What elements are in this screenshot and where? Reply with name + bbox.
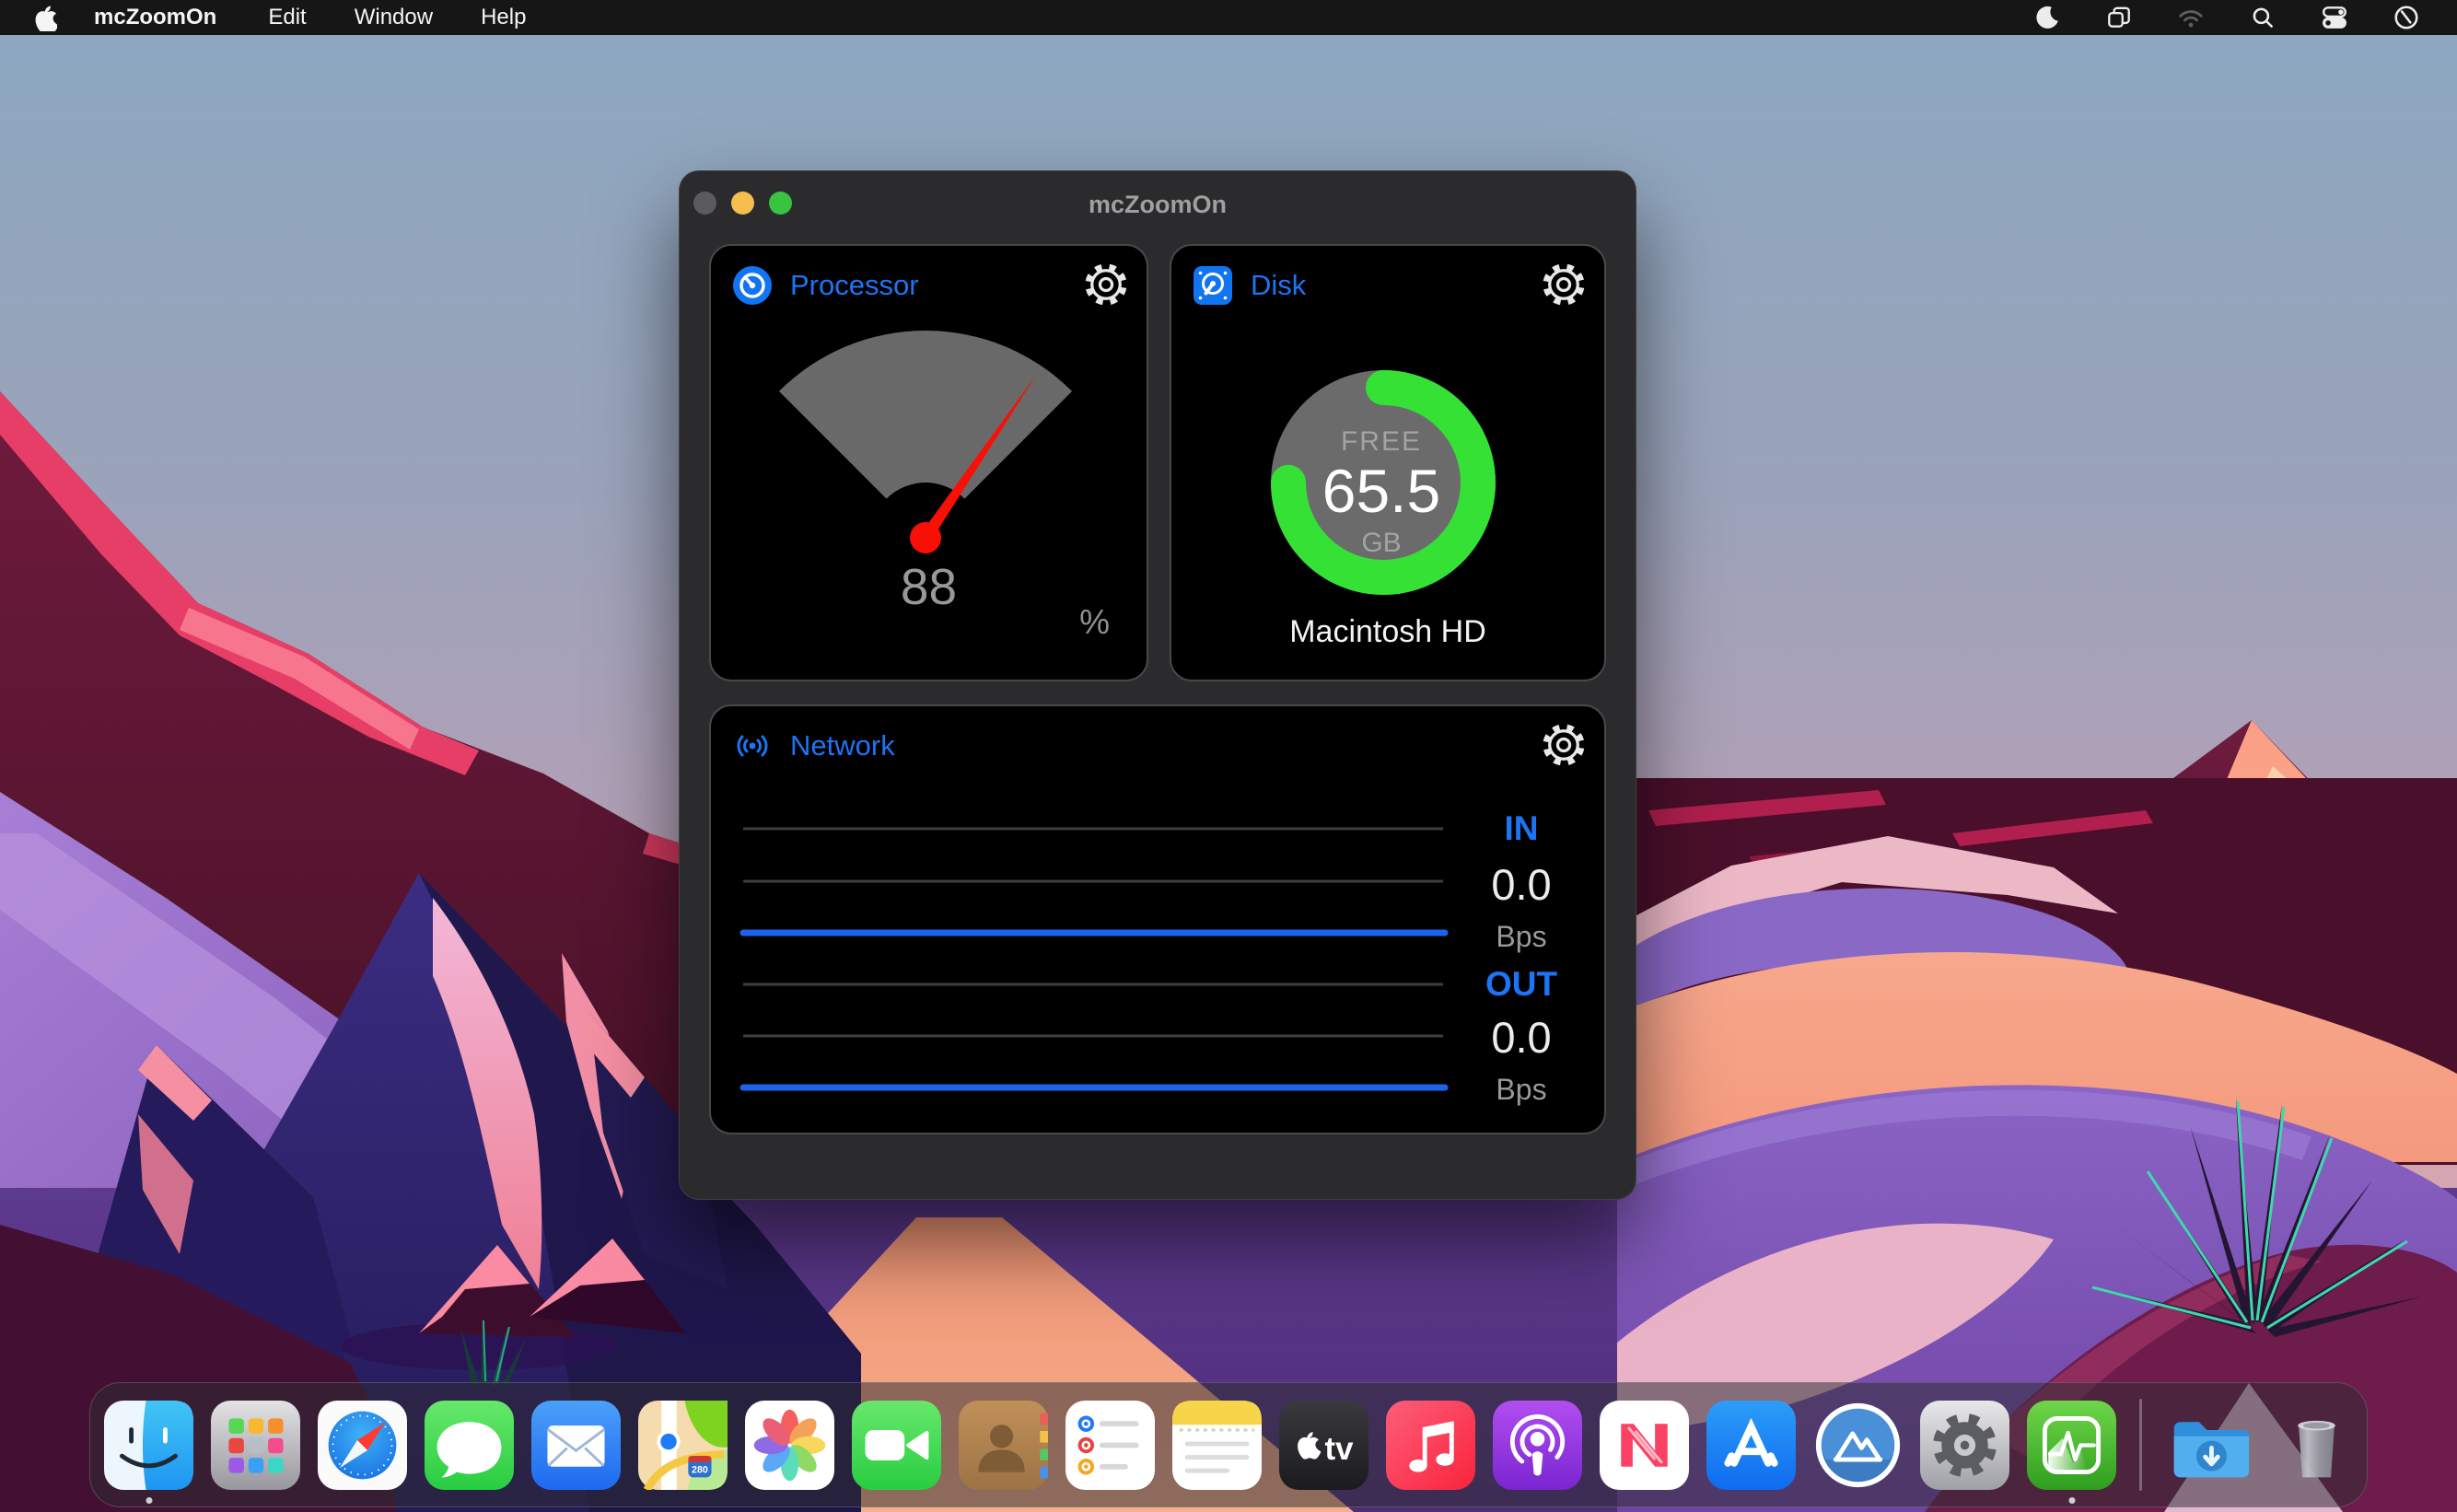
disk-widget: Disk FREE 65.5 GB Macintosh HD [1170,244,1606,681]
dock: 280 [89,1382,2368,1507]
dock-separator [2139,1399,2142,1491]
dock-icon-app-cleaner[interactable] [1813,1401,1903,1490]
dock-icon-app-store[interactable] [1706,1401,1796,1490]
dock-icon-launchpad[interactable] [211,1401,300,1490]
svg-text:tv: tv [1324,1431,1354,1467]
dock-icon-facetime[interactable] [852,1401,941,1490]
menu-item-edit[interactable]: Edit [268,5,306,30]
running-indicator [146,1497,152,1504]
network-out-unit: Bps [1457,1073,1586,1107]
network-in-label: IN [1457,809,1586,848]
stage-manager-icon[interactable] [2105,4,2133,31]
svg-text:280: 280 [692,1464,708,1475]
mczoomon-window: mcZoomOn Processor 8 [679,170,1636,1200]
dock-icon-podcasts[interactable] [1493,1401,1582,1490]
processor-widget: Processor 88 % [709,244,1148,681]
dock-icon-reminders[interactable] [1065,1401,1155,1490]
dock-icon-trash[interactable] [2272,1401,2361,1490]
dock-icon-finder[interactable] [104,1401,193,1490]
search-icon[interactable] [2249,4,2277,31]
moon-icon[interactable] [2033,4,2061,31]
menu-bar: mcZoomOn Edit Window Help [0,0,2457,35]
dock-icon-maps[interactable]: 280 [638,1401,728,1490]
network-out-label: OUT [1457,965,1586,1004]
apple-icon [33,4,57,31]
network-widget: Network IN 0.0 Bps OUT 0.0 Bps [709,704,1606,1134]
dock-icon-music[interactable] [1386,1401,1475,1490]
window-title: mcZoomOn [679,191,1636,219]
disk-volume-name: Macintosh HD [1171,614,1604,650]
menu-app-name[interactable]: mcZoomOn [94,5,216,30]
dock-icon-system-settings[interactable] [1920,1401,2009,1490]
dock-icon-mail[interactable] [531,1401,621,1490]
network-in-unit: Bps [1457,920,1586,954]
wifi-icon[interactable] [2177,4,2205,31]
dock-icon-notes[interactable] [1172,1401,1262,1490]
dock-icon-tv[interactable]: tv [1279,1401,1368,1490]
menu-item-window[interactable]: Window [355,5,433,30]
disk-free-unit: GB [1171,528,1591,559]
dock-icon-mczoomon[interactable] [2027,1401,2116,1490]
running-indicator [2068,1497,2075,1504]
network-out-value: 0.0 [1457,1012,1586,1063]
dock-icon-messages[interactable] [425,1401,514,1490]
cpu-unit: % [1079,603,1110,642]
title-bar[interactable]: mcZoomOn [679,170,1636,244]
control-center-icon[interactable] [2321,4,2348,31]
menu-item-help[interactable]: Help [481,5,526,30]
disk-free-value: 65.5 [1171,456,1591,526]
dock-icon-safari[interactable] [318,1401,407,1490]
dock-icon-contacts[interactable] [959,1401,1048,1490]
dock-icon-downloads[interactable] [2165,1401,2254,1490]
clock-icon[interactable] [2393,4,2420,31]
dock-icon-news[interactable] [1600,1401,1689,1490]
apple-menu[interactable] [33,4,57,31]
dock-icon-photos[interactable] [745,1401,834,1490]
disk-free-label: FREE [1171,426,1591,458]
network-in-value: 0.0 [1457,859,1586,910]
